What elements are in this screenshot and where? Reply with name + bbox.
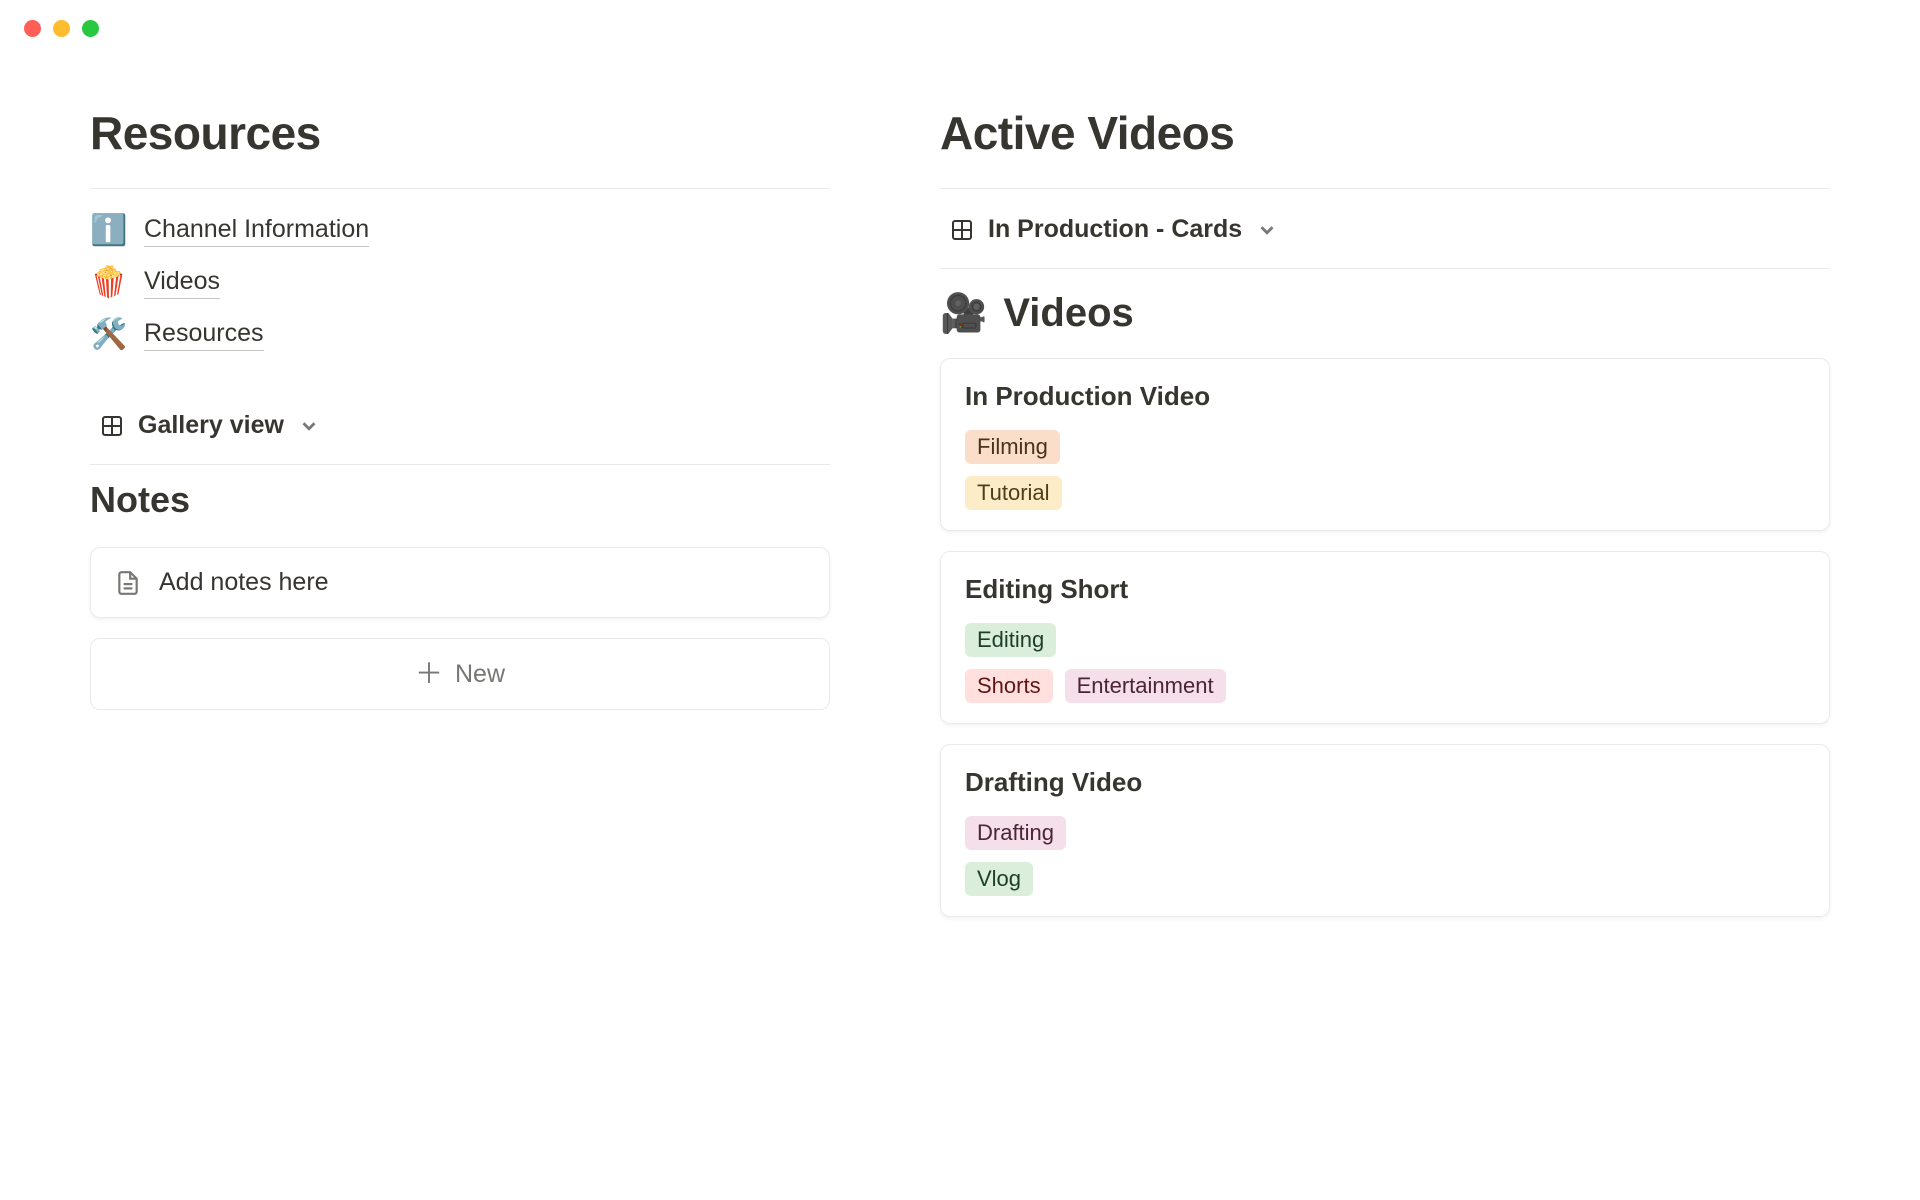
- production-view-switch[interactable]: In Production - Cards: [940, 215, 1830, 269]
- resources-heading: Resources: [90, 106, 830, 160]
- minimize-window-button[interactable]: [53, 20, 70, 37]
- status-tag: Drafting: [965, 816, 1066, 850]
- divider: [90, 188, 830, 189]
- divider: [940, 188, 1830, 189]
- video-card[interactable]: Editing Short Editing Shorts Entertainment: [940, 551, 1830, 724]
- board-icon: [100, 414, 124, 438]
- close-window-button[interactable]: [24, 20, 41, 37]
- note-card[interactable]: Add notes here: [90, 547, 830, 618]
- document-icon: [115, 570, 141, 596]
- link-label[interactable]: Resources: [144, 319, 264, 351]
- video-card-list: In Production Video Filming Tutorial Editin…: [940, 358, 1830, 917]
- view-switch-label: In Production - Cards: [988, 215, 1242, 244]
- resources-column: Resources ℹ️ Channel Information 🍿 Video…: [90, 106, 830, 937]
- tag-row: Tutorial: [965, 476, 1805, 510]
- tag-row: Vlog: [965, 862, 1805, 896]
- videos-section-heading: Videos: [1003, 291, 1133, 336]
- status-tag: Entertainment: [1065, 669, 1226, 703]
- status-tag: Editing: [965, 623, 1056, 657]
- maximize-window-button[interactable]: [82, 20, 99, 37]
- tag-row: Editing: [965, 623, 1805, 657]
- plus-icon: ＋: [415, 660, 443, 688]
- board-icon: [950, 218, 974, 242]
- link-videos[interactable]: 🍿 Videos: [90, 267, 830, 299]
- tag-row: Drafting: [965, 816, 1805, 850]
- info-icon: ℹ️: [90, 216, 126, 246]
- view-switch-label: Gallery view: [138, 411, 284, 440]
- camera-icon: 🎥: [940, 292, 987, 336]
- video-card-title: In Production Video: [965, 381, 1805, 412]
- note-card-label: Add notes here: [159, 568, 329, 597]
- video-card-title: Drafting Video: [965, 767, 1805, 798]
- window-titlebar: [0, 0, 1920, 56]
- status-tag: Shorts: [965, 669, 1053, 703]
- tools-icon: 🛠️: [90, 320, 126, 350]
- status-tag: Vlog: [965, 862, 1033, 896]
- tag-row: Filming: [965, 430, 1805, 464]
- tag-row: Shorts Entertainment: [965, 669, 1805, 703]
- active-videos-heading: Active Videos: [940, 106, 1830, 160]
- resource-link-list: ℹ️ Channel Information 🍿 Videos 🛠️ Resou…: [90, 215, 830, 351]
- new-note-button[interactable]: ＋ New: [90, 638, 830, 710]
- link-resources[interactable]: 🛠️ Resources: [90, 319, 830, 351]
- link-label[interactable]: Videos: [144, 267, 220, 299]
- notes-heading: Notes: [90, 479, 830, 521]
- chevron-down-icon: [1256, 219, 1278, 241]
- active-videos-column: Active Videos In Production - Cards 🎥 Vi…: [940, 106, 1830, 937]
- gallery-view-switch[interactable]: Gallery view: [90, 411, 830, 465]
- video-card[interactable]: In Production Video Filming Tutorial: [940, 358, 1830, 531]
- video-card[interactable]: Drafting Video Drafting Vlog: [940, 744, 1830, 917]
- status-tag: Tutorial: [965, 476, 1062, 510]
- videos-section-header[interactable]: 🎥 Videos: [940, 291, 1830, 336]
- video-card-title: Editing Short: [965, 574, 1805, 605]
- popcorn-icon: 🍿: [90, 268, 126, 298]
- link-label[interactable]: Channel Information: [144, 215, 369, 247]
- link-channel-information[interactable]: ℹ️ Channel Information: [90, 215, 830, 247]
- status-tag: Filming: [965, 430, 1060, 464]
- new-button-label: New: [455, 660, 505, 689]
- chevron-down-icon: [298, 415, 320, 437]
